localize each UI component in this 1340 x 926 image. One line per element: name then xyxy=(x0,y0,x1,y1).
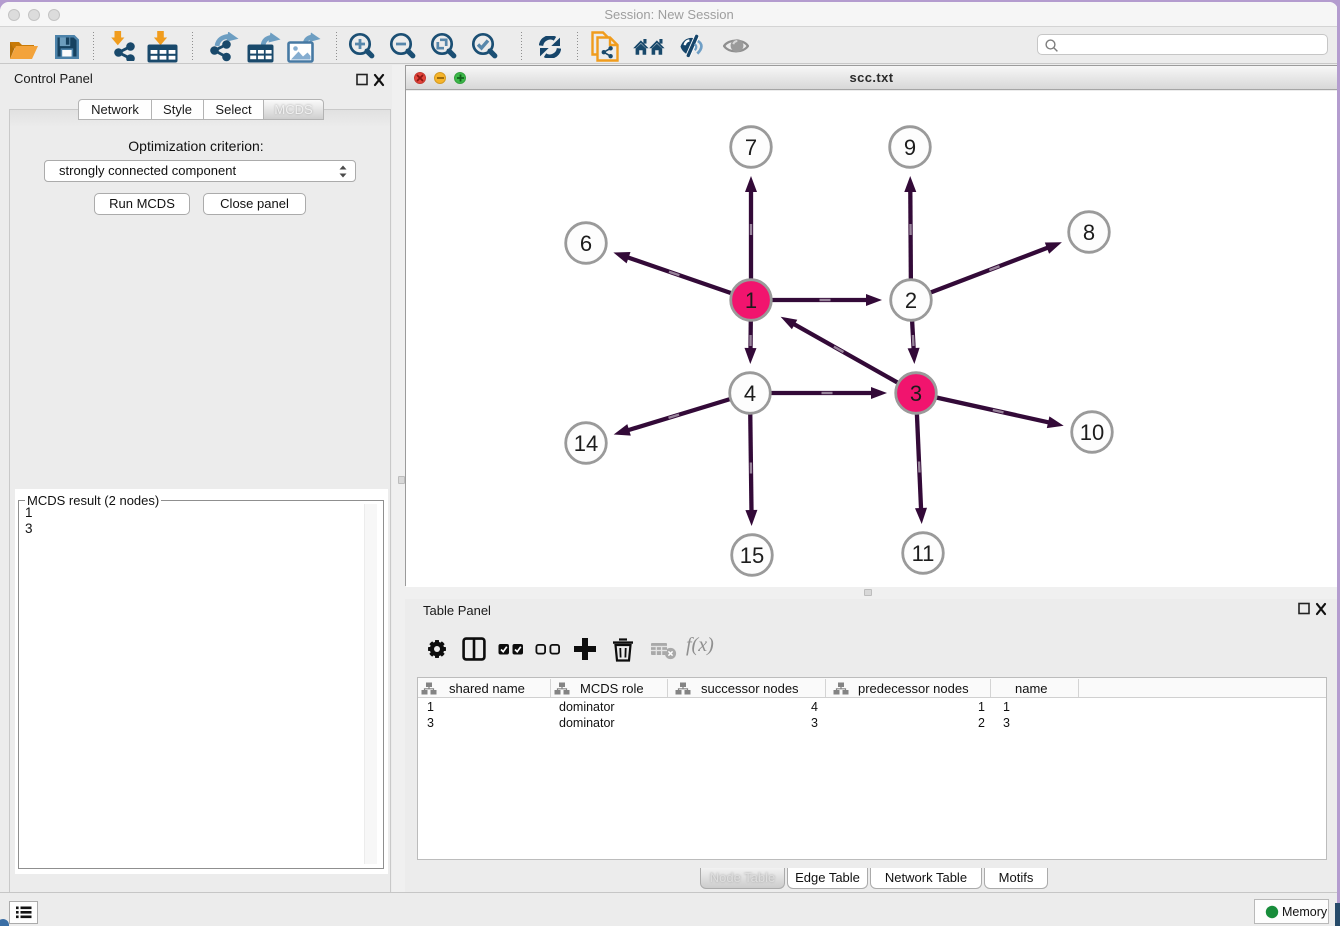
svg-text:1: 1 xyxy=(745,288,757,313)
svg-text:10: 10 xyxy=(1080,420,1104,445)
svg-text:2: 2 xyxy=(905,288,917,313)
svg-text:4: 4 xyxy=(744,381,756,406)
svg-text:6: 6 xyxy=(580,231,592,256)
svg-text:8: 8 xyxy=(1083,220,1095,245)
svg-text:14: 14 xyxy=(574,431,598,456)
svg-text:11: 11 xyxy=(912,541,935,566)
svg-text:15: 15 xyxy=(740,543,764,568)
svg-text:9: 9 xyxy=(904,135,916,160)
svg-text:7: 7 xyxy=(745,135,757,160)
svg-text:3: 3 xyxy=(910,381,922,406)
